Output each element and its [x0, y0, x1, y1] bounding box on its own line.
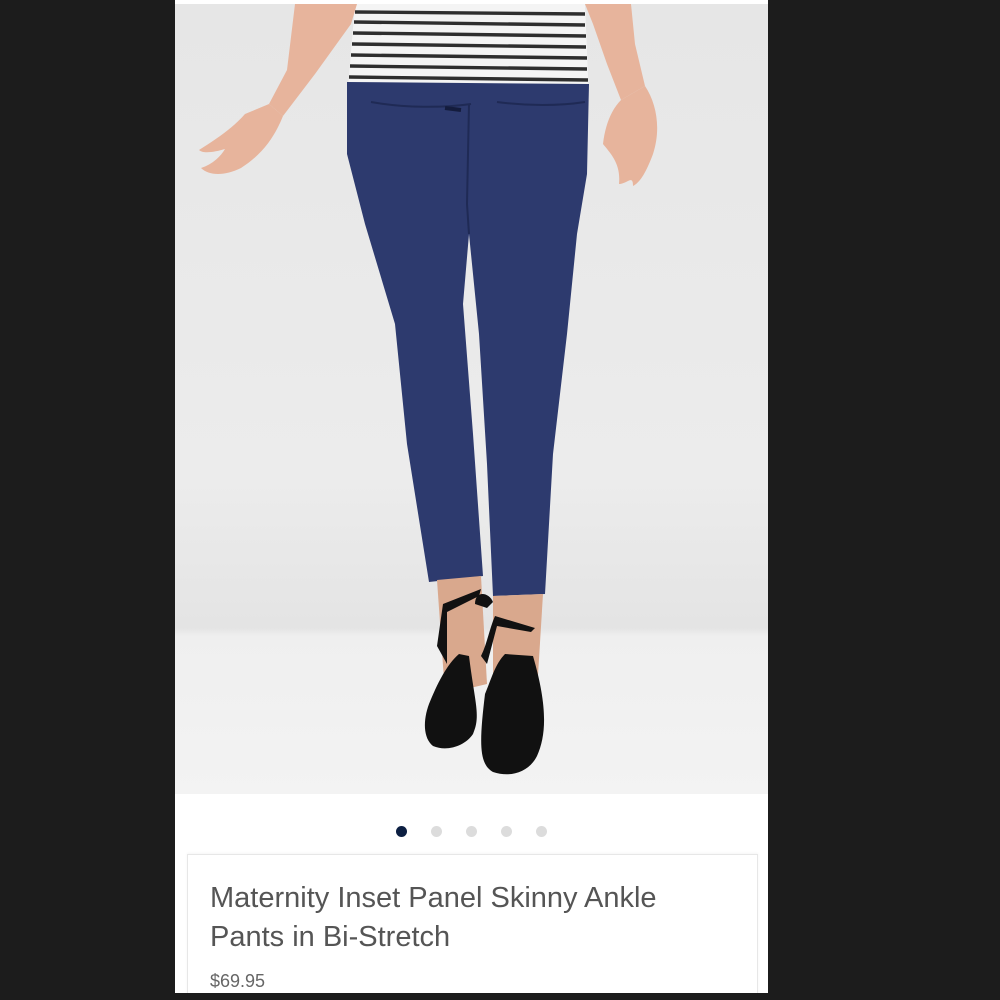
product-photo-illustration — [199, 4, 658, 775]
product-info-card: Maternity Inset Panel Skinny Ankle Pants… — [187, 854, 758, 993]
carousel-dot-2[interactable] — [431, 825, 442, 837]
product-page: Maternity Inset Panel Skinny Ankle Pants… — [175, 0, 768, 993]
carousel-dot-5[interactable] — [536, 825, 547, 837]
product-price: $69.95 — [210, 971, 266, 991]
product-image[interactable] — [175, 4, 768, 794]
carousel-dot-1[interactable] — [396, 825, 407, 837]
product-title: Maternity Inset Panel Skinny Ankle Pants… — [210, 882, 657, 953]
carousel-dot-3[interactable] — [466, 825, 477, 837]
carousel-dot-4[interactable] — [501, 825, 512, 837]
navy-pants — [347, 82, 589, 596]
image-carousel-indicators — [175, 824, 768, 838]
